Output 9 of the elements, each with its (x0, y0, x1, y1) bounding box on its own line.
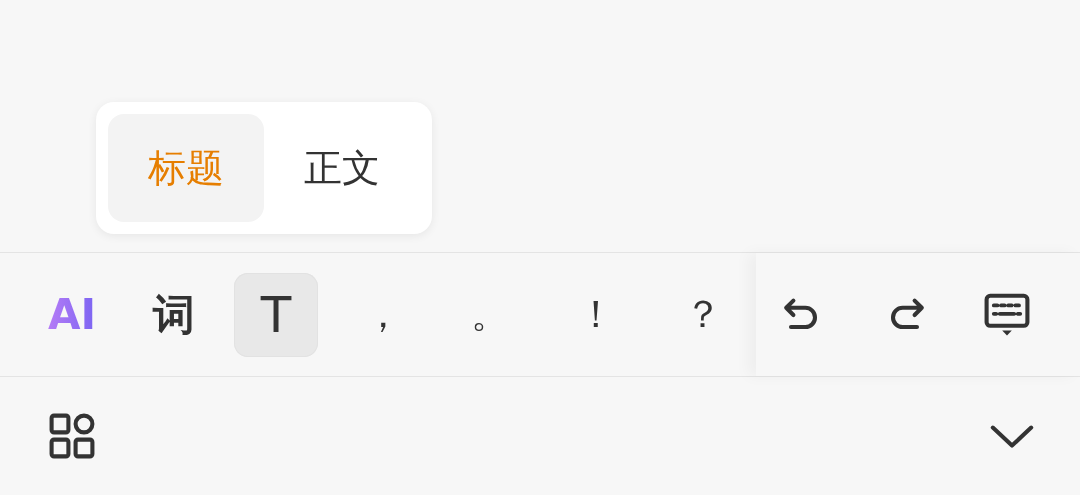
text-format-button[interactable]: T (234, 272, 318, 357)
punctuation-key[interactable]: ， (341, 272, 426, 357)
apps-icon (48, 411, 96, 460)
style-option[interactable]: 正文 (264, 114, 420, 222)
punctuation-key[interactable]: ？ (660, 272, 745, 357)
punctuation-key[interactable]: ！ (554, 272, 639, 357)
apps-button[interactable] (48, 411, 96, 460)
punctuation-key[interactable]: 。 (447, 272, 532, 357)
word-button[interactable]: 词 (132, 272, 216, 357)
